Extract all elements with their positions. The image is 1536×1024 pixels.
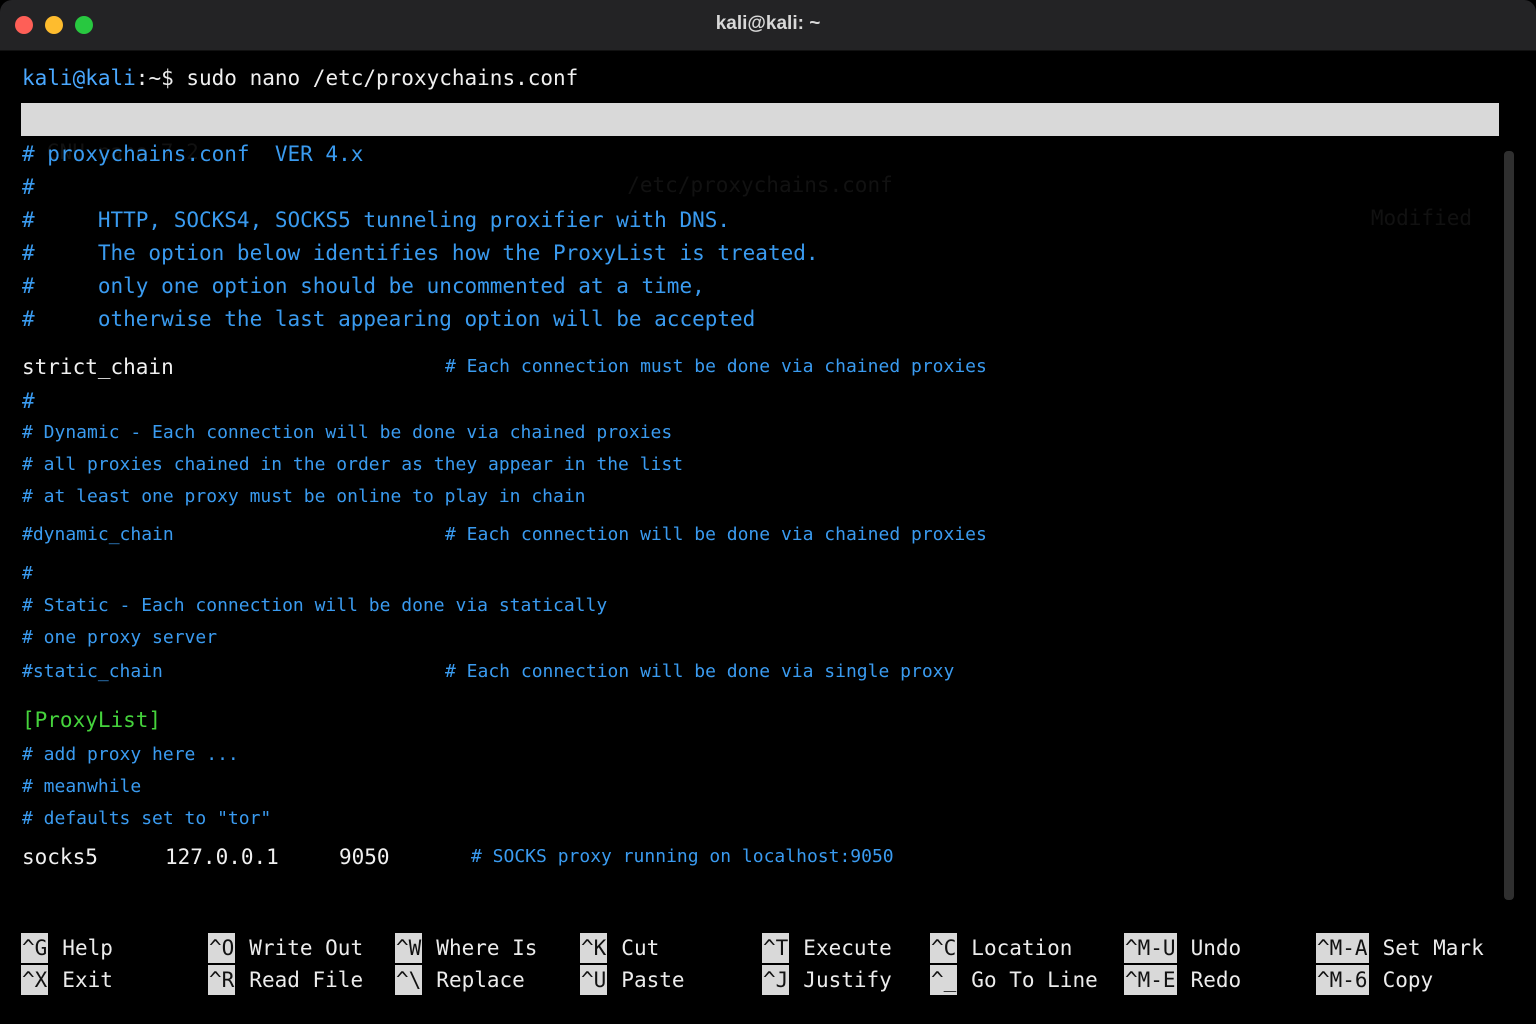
shortcut-key: ^W	[395, 933, 423, 963]
strict-chain-option: strict_chain	[22, 355, 174, 379]
file-line: #	[22, 389, 35, 413]
dynamic-chain-comment: # Each connection will be done via chain…	[445, 524, 987, 545]
shortcut-key: ^T	[762, 933, 790, 963]
shortcut-label: Copy	[1382, 968, 1434, 992]
shortcut-key: ^M-A	[1316, 933, 1369, 963]
shortcut-key: ^G	[21, 933, 49, 963]
shortcut-write-out[interactable]: ^O Write Out	[208, 933, 363, 963]
shortcut-redo[interactable]: ^M-E Redo	[1124, 965, 1241, 995]
shortcut-label: Read File	[249, 968, 364, 992]
shortcut-label: Justify	[803, 968, 892, 992]
nano-filename: /etc/proxychains.conf	[627, 173, 893, 197]
terminal-content[interactable]: kali@kali:~$ sudo nano /etc/proxychains.…	[0, 51, 1536, 1024]
shortcut-label: Replace	[436, 968, 525, 992]
shortcut-key: ^_	[930, 965, 958, 995]
shortcut-key: ^J	[762, 965, 790, 995]
shortcut-execute[interactable]: ^T Execute	[762, 933, 892, 963]
prompt-command: sudo nano /etc/proxychains.conf	[173, 66, 579, 90]
shortcut-key: ^X	[21, 965, 49, 995]
shortcut-read-file[interactable]: ^R Read File	[208, 965, 363, 995]
proxy-ip: 127.0.0.1	[165, 845, 279, 869]
shortcut-set-mark[interactable]: ^M-A Set Mark	[1316, 933, 1484, 963]
file-line: # one proxy server	[22, 627, 218, 648]
shortcut-justify[interactable]: ^J Justify	[762, 965, 892, 995]
file-line: # otherwise the last appearing option wi…	[22, 307, 756, 331]
shortcut-label: Set Mark	[1382, 936, 1484, 960]
shortcut-label: Write Out	[249, 936, 364, 960]
shortcut-label: Redo	[1190, 968, 1242, 992]
shortcut-label: Location	[971, 936, 1073, 960]
file-line: #	[22, 563, 33, 584]
nano-shortcut-bar: ^G Help ^X Exit ^O Write Out ^R Read File ^W…	[0, 929, 1536, 1009]
file-line: # HTTP, SOCKS4, SOCKS5 tunneling proxifi…	[22, 208, 731, 232]
shortcut-where-is[interactable]: ^W Where Is	[395, 933, 537, 963]
shortcut-cut[interactable]: ^K Cut	[580, 933, 659, 963]
shortcut-copy[interactable]: ^M-6 Copy	[1316, 965, 1433, 995]
prompt-user-host: kali@kali	[22, 66, 136, 90]
shortcut-key: ^M-U	[1124, 933, 1177, 963]
shell-prompt-line: kali@kali:~$ sudo nano /etc/proxychains.…	[22, 64, 578, 92]
shortcut-key: ^M-E	[1124, 965, 1177, 995]
window-title: kali@kali: ~	[715, 13, 821, 34]
shortcut-label: Go To Line	[971, 968, 1098, 992]
file-line: # all proxies chained in the order as th…	[22, 454, 684, 475]
proxy-port: 9050	[339, 845, 390, 869]
shortcut-key: ^M-6	[1316, 965, 1369, 995]
nano-title-bar: GNU nano 7.2 /etc/proxychains.conf Modif…	[21, 103, 1499, 230]
file-line: # The option below identifies how the Pr…	[22, 241, 819, 265]
scrollbar[interactable]	[1504, 151, 1514, 900]
shortcut-undo[interactable]: ^M-U Undo	[1124, 933, 1241, 963]
static-chain-option: #static_chain	[22, 661, 163, 682]
shortcut-key: ^C	[930, 933, 958, 963]
shortcut-exit[interactable]: ^X Exit	[21, 965, 113, 995]
file-line: # meanwhile	[22, 776, 142, 797]
dynamic-chain-option: #dynamic_chain	[22, 524, 174, 545]
shortcut-label: Where Is	[436, 936, 538, 960]
shortcut-key: ^U	[580, 965, 608, 995]
shortcut-key: ^\	[395, 965, 423, 995]
file-line: # proxychains.conf VER 4.x	[22, 142, 364, 166]
shortcut-help[interactable]: ^G Help	[21, 933, 113, 963]
proxy-type: socks5	[22, 845, 98, 869]
shortcut-label: Exit	[62, 968, 113, 992]
shortcut-label: Paste	[621, 968, 685, 992]
file-line: #	[22, 175, 35, 199]
shortcut-label: Cut	[621, 936, 660, 960]
shortcut-label: Execute	[803, 936, 892, 960]
strict-chain-comment: # Each connection must be done via chain…	[445, 356, 987, 377]
terminal-window: kali@kali: ~ kali@kali:~$ sudo nano /etc…	[0, 0, 1536, 1024]
shortcut-key: ^R	[208, 965, 236, 995]
shortcut-label: Undo	[1190, 936, 1242, 960]
shortcut-paste[interactable]: ^U Paste	[580, 965, 685, 995]
proxylist-section-header: [ProxyList]	[22, 708, 162, 732]
file-line: # add proxy here ...	[22, 744, 239, 765]
shortcut-location[interactable]: ^C Location	[930, 933, 1072, 963]
file-line: # defaults set to "tor"	[22, 808, 272, 829]
prompt-path: :~$	[135, 66, 174, 90]
nano-modified-status: Modified	[1370, 206, 1472, 230]
editor-buffer[interactable]: # proxychains.conf VER 4.x # # HTTP, SOC…	[0, 142, 1536, 1024]
file-line: # at least one proxy must be online to p…	[22, 486, 586, 507]
file-line: # Dynamic - Each connection will be done…	[22, 422, 673, 443]
title-bar: kali@kali: ~	[0, 0, 1536, 51]
shortcut-key: ^O	[208, 933, 236, 963]
static-chain-comment: # Each connection will be done via singl…	[445, 661, 955, 682]
shortcut-replace[interactable]: ^\ Replace	[395, 965, 525, 995]
shortcut-key: ^K	[580, 933, 608, 963]
file-line: # only one option should be uncommented …	[22, 274, 705, 298]
file-line: # Static - Each connection will be done …	[22, 595, 608, 616]
shortcut-label: Help	[62, 936, 113, 960]
proxy-comment: # SOCKS proxy running on localhost:9050	[471, 846, 894, 867]
shortcut-go-to-line[interactable]: ^_ Go To Line	[930, 965, 1098, 995]
